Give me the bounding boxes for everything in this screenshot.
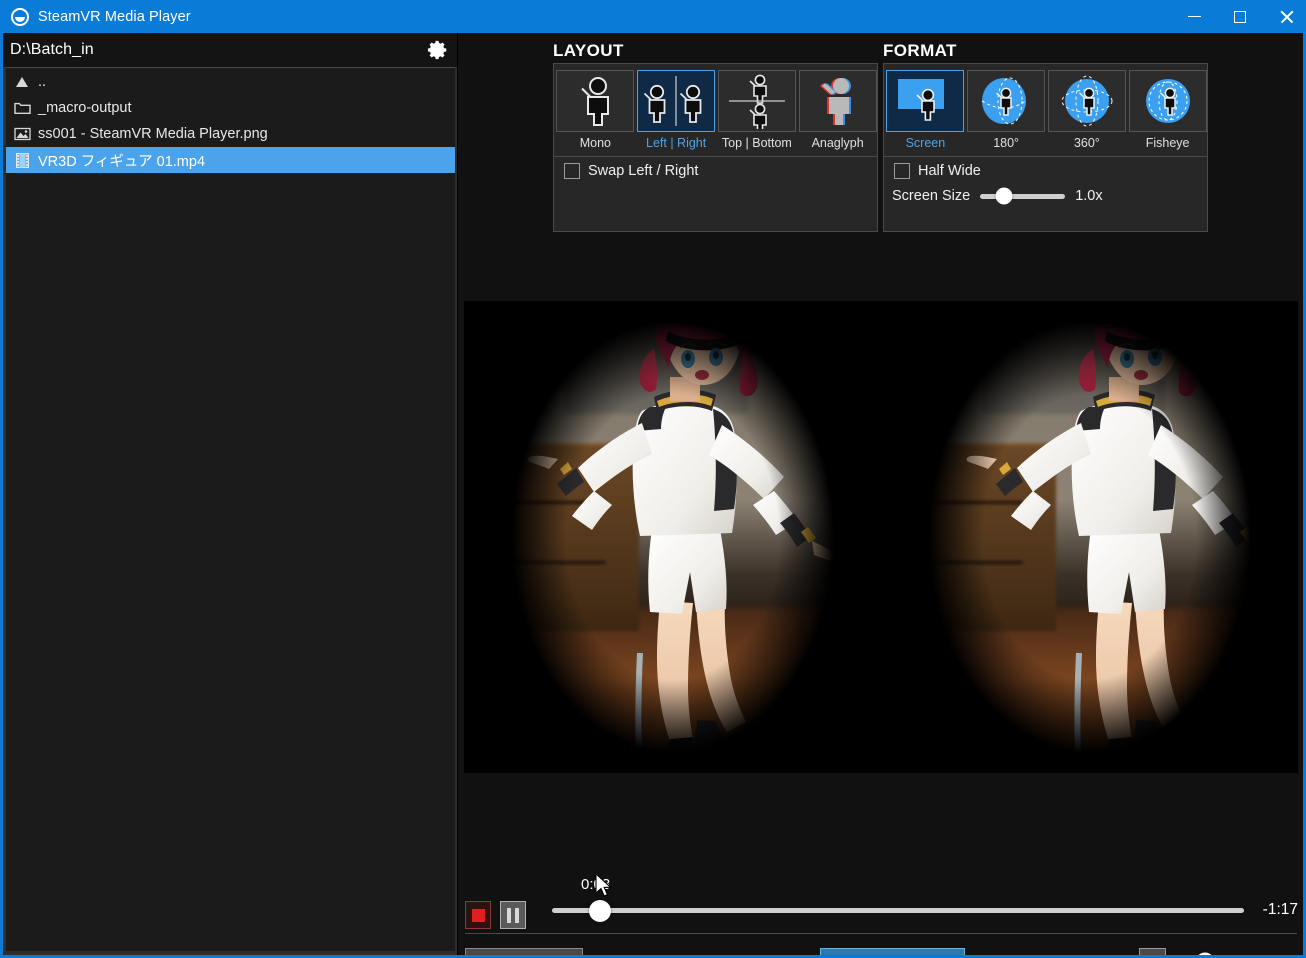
layout-panel: Mono Left | Right Top | Bottom Anaglyph … xyxy=(553,63,878,232)
app-window: SteamVR Media Player D:\Batch_in .. _mac… xyxy=(0,0,1306,958)
list-item[interactable]: _macro-output xyxy=(6,95,455,121)
file-name: .. xyxy=(38,74,47,90)
layout-options: Mono Left | Right Top | Bottom Anaglyph xyxy=(554,64,877,157)
transport-controls: 0:03 -1:17 Repeat On Reset Vi xyxy=(458,805,1303,955)
half-wide-checkbox[interactable] xyxy=(894,163,910,179)
image-icon xyxy=(12,125,32,143)
transport-divider xyxy=(465,933,1297,934)
swap-left-right-label: Swap Left / Right xyxy=(588,163,699,179)
seek-slider[interactable] xyxy=(552,899,1244,922)
file-name: ss001 - SteamVR Media Player.png xyxy=(38,126,268,142)
playback-buttons xyxy=(465,901,526,929)
screen-size-row: Screen Size 1.0x xyxy=(884,179,1207,205)
file-name: VR3D フィギュア 01.mp4 xyxy=(38,153,206,170)
format-option-label: Fisheye xyxy=(1145,136,1190,150)
right-eye-view xyxy=(881,301,1298,773)
title-bar: SteamVR Media Player xyxy=(3,0,1303,33)
maximize-icon xyxy=(1234,10,1246,23)
layout-option-label: Anaglyph xyxy=(811,136,864,150)
format-option-label: 180° xyxy=(993,136,1020,150)
format-options: Screen 180° 360° Fisheye xyxy=(884,64,1207,157)
layout-section-title: LAYOUT xyxy=(553,41,624,60)
flat-screen-icon[interactable] xyxy=(886,70,965,132)
screen-size-track xyxy=(980,187,1066,205)
main-area: LAYOUT Mono Left | Right Top | Bottom An… xyxy=(458,33,1303,955)
video-preview[interactable] xyxy=(464,301,1298,773)
file-browser-sidebar: D:\Batch_in .. _macro-output ss001 - Ste… xyxy=(3,33,458,955)
layout-option-label: Mono xyxy=(579,136,612,150)
stop-icon xyxy=(471,908,485,922)
layout-option-anaglyph[interactable]: Anaglyph xyxy=(798,70,877,156)
screen-size-value: 1.0x xyxy=(1075,188,1103,204)
film-icon xyxy=(12,151,32,169)
layout-option-label: Left | Right xyxy=(646,136,707,150)
window-controls xyxy=(1171,0,1303,33)
list-item[interactable]: ss001 - SteamVR Media Player.png xyxy=(6,121,455,147)
volume-value: 33 xyxy=(1274,953,1298,956)
screen-size-slider[interactable] xyxy=(980,187,1066,205)
format-option-fisheye[interactable]: Fisheye xyxy=(1128,70,1207,156)
volume-controls: 33 xyxy=(1139,948,1298,956)
format-panel: Screen 180° 360° Fisheye Half Wide Scree… xyxy=(883,63,1208,232)
figure-subject xyxy=(527,301,841,773)
left-eye-view xyxy=(464,301,881,773)
layout-option-top-bottom[interactable]: Top | Bottom xyxy=(717,70,797,156)
list-item[interactable]: .. xyxy=(6,69,455,95)
half-wide-label: Half Wide xyxy=(918,163,981,179)
sphere-icon[interactable] xyxy=(1047,70,1126,132)
volume-knob[interactable] xyxy=(1195,952,1215,955)
path-bar: D:\Batch_in xyxy=(3,33,457,67)
reset-view-position-button[interactable]: Reset View Position xyxy=(820,948,965,955)
format-option-180[interactable]: 180° xyxy=(967,70,1046,156)
elapsed-time: 0:03 xyxy=(581,876,611,893)
list-item-selected[interactable]: VR3D フィギュア 01.mp4 xyxy=(6,147,455,173)
remaining-time: -1:17 xyxy=(1262,901,1298,918)
file-name: _macro-output xyxy=(38,100,132,116)
speaker-icon[interactable] xyxy=(1139,948,1166,955)
format-option-screen[interactable]: Screen xyxy=(886,70,965,156)
maximize-button[interactable] xyxy=(1217,0,1263,33)
anaglyph-figure-icon[interactable] xyxy=(798,70,877,132)
eye-divider xyxy=(881,301,882,773)
mono-figure-icon[interactable] xyxy=(556,70,635,132)
minimize-button[interactable] xyxy=(1171,0,1217,33)
window-title: SteamVR Media Player xyxy=(38,8,191,25)
swap-left-right-checkbox[interactable] xyxy=(564,163,580,179)
over-under-figure-icon[interactable] xyxy=(717,70,796,132)
layout-option-label: Top | Bottom xyxy=(721,136,792,150)
headset-icon xyxy=(11,7,29,26)
layout-option-mono[interactable]: Mono xyxy=(556,70,635,156)
hemisphere-icon[interactable] xyxy=(967,70,1046,132)
format-section-title: FORMAT xyxy=(883,41,957,60)
format-option-label: Screen xyxy=(905,136,946,150)
pause-icon xyxy=(507,907,519,923)
close-button[interactable] xyxy=(1263,0,1303,33)
layout-option-left-right[interactable]: Left | Right xyxy=(637,70,716,156)
side-by-side-figure-icon[interactable] xyxy=(637,70,716,132)
seek-track[interactable] xyxy=(552,899,1244,922)
close-icon xyxy=(1279,9,1294,24)
swap-left-right-row[interactable]: Swap Left / Right xyxy=(554,157,877,179)
seek-knob[interactable] xyxy=(589,899,612,922)
folder-icon xyxy=(12,99,32,117)
repeat-button[interactable]: Repeat On xyxy=(465,948,583,955)
figure-subject xyxy=(966,301,1280,773)
fisheye-icon[interactable] xyxy=(1128,70,1207,132)
screen-size-knob[interactable] xyxy=(995,187,1013,205)
current-path: D:\Batch_in xyxy=(10,41,94,58)
gear-icon[interactable] xyxy=(427,39,449,61)
format-option-label: 360° xyxy=(1073,136,1100,150)
half-wide-row[interactable]: Half Wide xyxy=(884,157,1207,179)
file-list[interactable]: .. _macro-output ss001 - SteamVR Media P… xyxy=(6,67,455,951)
pause-button[interactable] xyxy=(500,901,526,929)
screen-size-label: Screen Size xyxy=(892,188,971,204)
minimize-icon xyxy=(1187,16,1201,17)
up-arrow-icon xyxy=(12,73,32,91)
format-option-360[interactable]: 360° xyxy=(1047,70,1127,156)
stop-button[interactable] xyxy=(465,901,491,929)
